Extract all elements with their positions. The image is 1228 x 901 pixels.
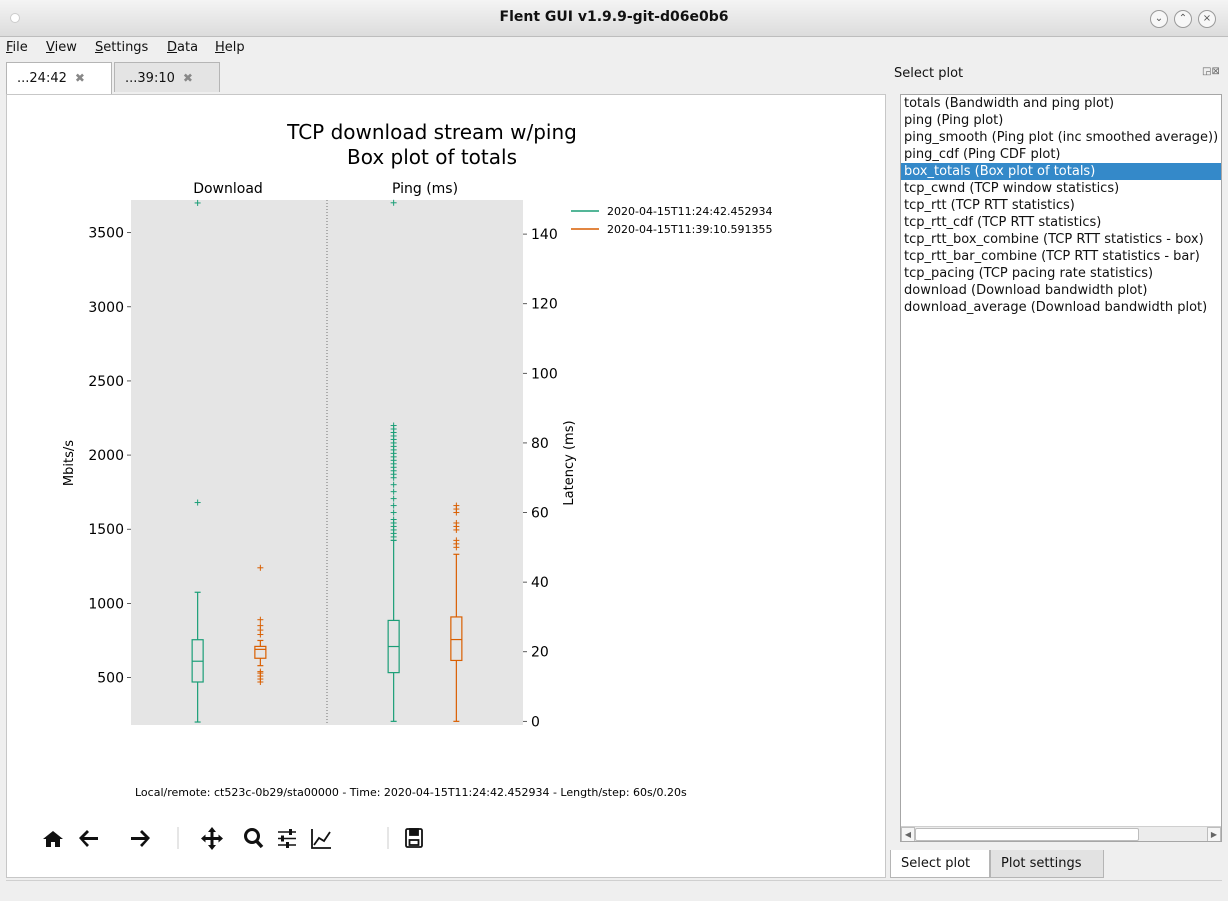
maximize-button[interactable]: ⌃ [1174, 10, 1192, 28]
edit-axes-icon[interactable] [311, 829, 331, 849]
y-tick-label-right: 40 [531, 575, 549, 591]
home-icon[interactable] [43, 831, 63, 847]
plot-list-item[interactable]: download (Download bandwidth plot) [901, 282, 1221, 299]
tab-result-1[interactable]: ...24:42 ✖ [6, 62, 112, 95]
tab-plot-settings[interactable]: Plot settings [990, 850, 1104, 878]
y-tick-label-right: 20 [531, 645, 549, 661]
scroll-right-icon[interactable]: ▶ [1207, 827, 1221, 841]
plot-list-item[interactable]: tcp_rtt_cdf (TCP RTT statistics) [901, 214, 1221, 231]
box-plot-chart: TCP download stream w/ping Box plot of t… [43, 120, 773, 850]
dock-title: Select plot [894, 66, 964, 81]
back-arrow-icon[interactable] [79, 830, 98, 847]
ping-axes-background [327, 200, 523, 725]
y-tick-label-right: 60 [531, 506, 549, 522]
plot-toolbar [43, 827, 423, 850]
y-tick-label-left: 3500 [88, 226, 124, 242]
window-titlebar: Flent GUI v1.9.9-git-d06e0b6 ⌄ ⌃ × [0, 0, 1228, 37]
subplot-title-download: Download [193, 181, 263, 197]
tab-label: ...24:42 [17, 71, 67, 86]
tab-label: Plot settings [1001, 856, 1082, 871]
close-button[interactable]: × [1198, 10, 1216, 28]
tab-select-plot[interactable]: Select plot [890, 850, 990, 878]
tab-label: Select plot [901, 856, 971, 871]
plot-list-item[interactable]: totals (Bandwidth and ping plot) [901, 95, 1221, 112]
legend-label: 2020-04-15T11:39:10.591355 [607, 223, 773, 236]
plot-list-item[interactable]: ping_cdf (Ping CDF plot) [901, 146, 1221, 163]
menu-settings[interactable]: Settings [95, 40, 148, 55]
y-tick-label-left: 500 [97, 671, 124, 687]
y-axis-label-right: Latency (ms) [562, 420, 577, 505]
y-tick-label-right: 0 [531, 714, 540, 730]
plot-type-list[interactable]: totals (Bandwidth and ping plot) ping (Pi… [900, 94, 1222, 842]
close-tab-icon[interactable]: ✖ [75, 71, 85, 85]
chart-legend: 2020-04-15T11:24:42.452934 2020-04-15T11:… [571, 205, 773, 236]
chart-title-line1: TCP download stream w/ping [286, 120, 577, 144]
plot-list-item[interactable]: tcp_rtt_bar_combine (TCP RTT statistics … [901, 248, 1221, 265]
plot-list-item[interactable]: ping_smooth (Ping plot (inc smoothed ave… [901, 129, 1221, 146]
zoom-magnifier-icon[interactable] [244, 828, 264, 849]
horizontal-scrollbar[interactable]: ◀ ▶ [901, 826, 1221, 841]
download-axes-background [131, 200, 327, 725]
plot-list-item[interactable]: tcp_pacing (TCP pacing rate statistics) [901, 265, 1221, 282]
tab-label: ...39:10 [125, 71, 175, 86]
plot-list-item[interactable]: tcp_rtt (TCP RTT statistics) [901, 197, 1221, 214]
y-tick-label-right: 120 [531, 297, 558, 313]
scrollbar-thumb[interactable] [915, 828, 1139, 841]
tab-result-2[interactable]: ...39:10 ✖ [114, 62, 220, 92]
y-tick-label-left: 1000 [88, 596, 124, 612]
forward-arrow-icon[interactable] [131, 830, 150, 847]
close-tab-icon[interactable]: ✖ [183, 71, 193, 85]
y-tick-label-right: 140 [531, 227, 558, 243]
y-tick-label-left: 1500 [88, 522, 124, 538]
menu-data[interactable]: Data [167, 40, 198, 55]
status-bar [6, 880, 1222, 901]
window-title: Flent GUI v1.9.9-git-d06e0b6 [499, 9, 729, 25]
menu-help[interactable]: Help [215, 40, 245, 55]
plot-canvas: TCP download stream w/ping Box plot of t… [6, 94, 886, 878]
menu-bar: File View Settings Data Help [0, 37, 1228, 59]
plot-list-item[interactable]: box_totals (Box plot of totals) [901, 163, 1221, 180]
scroll-left-icon[interactable]: ◀ [901, 827, 915, 841]
y-tick-label-right: 100 [531, 366, 558, 382]
y-tick-label-right: 80 [531, 436, 549, 452]
plot-list-item[interactable]: tcp_cwnd (TCP window statistics) [901, 180, 1221, 197]
y-tick-label-left: 2500 [88, 374, 124, 390]
subplot-settings-icon[interactable] [278, 829, 296, 848]
plot-list-item[interactable]: download_average (Download bandwidth plo… [901, 299, 1221, 316]
y-axis-label-left: Mbits/s [62, 440, 77, 486]
chart-title-line2: Box plot of totals [347, 145, 517, 169]
menu-file[interactable]: File [6, 40, 28, 55]
pan-move-icon[interactable] [201, 827, 223, 850]
y-tick-label-left: 2000 [88, 448, 124, 464]
minimize-button[interactable]: ⌄ [1150, 10, 1168, 28]
save-figure-icon[interactable] [405, 828, 423, 848]
plot-list-item[interactable]: ping (Ping plot) [901, 112, 1221, 129]
plot-footer-metadata: Local/remote: ct523c-0b29/sta00000 - Tim… [135, 786, 687, 799]
y-tick-label-left: 3000 [88, 300, 124, 316]
dock-float-close-icons[interactable]: ◲⊠ [1202, 66, 1220, 77]
menu-view[interactable]: View [46, 40, 77, 55]
plot-list-item[interactable]: tcp_rtt_box_combine (TCP RTT statistics … [901, 231, 1221, 248]
subplot-title-ping: Ping (ms) [392, 181, 458, 197]
legend-label: 2020-04-15T11:24:42.452934 [607, 205, 773, 218]
